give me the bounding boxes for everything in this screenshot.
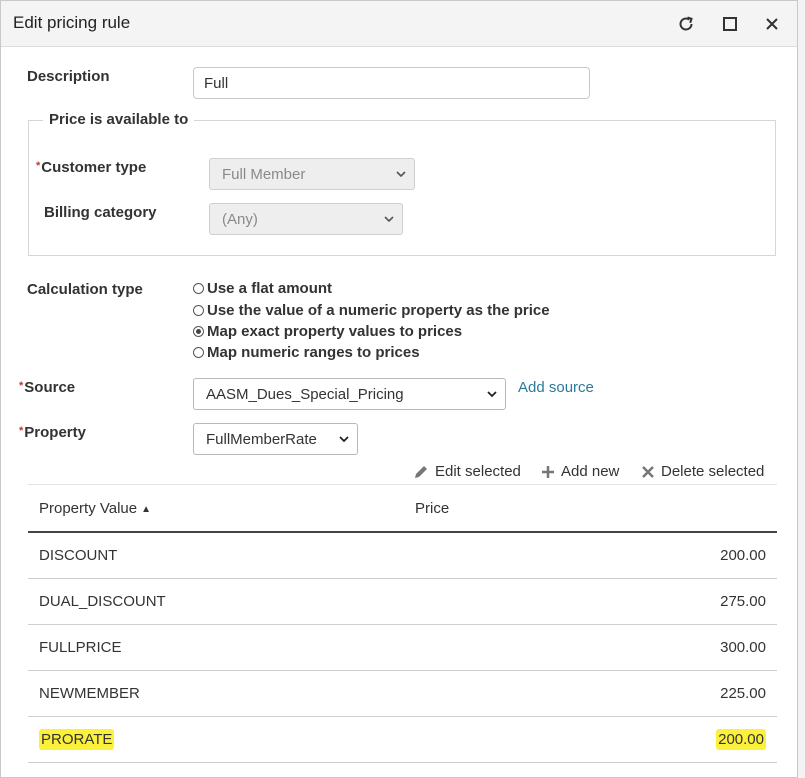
table-row-highlighted[interactable]: PRORATE 200.00 bbox=[28, 716, 777, 763]
edit-pricing-rule-dialog: Edit pricing rule Description Price is a… bbox=[0, 0, 798, 778]
column-header-label: Price bbox=[415, 499, 450, 517]
close-icon[interactable] bbox=[762, 14, 782, 34]
add-source-link[interactable]: Add source bbox=[518, 379, 594, 396]
column-header-label: Property Value bbox=[39, 499, 138, 517]
property-label-text: Property bbox=[24, 424, 86, 441]
column-header-property-value[interactable]: Property Value ▲ bbox=[28, 484, 404, 533]
delete-selected-label: Delete selected bbox=[661, 463, 765, 480]
pencil-icon bbox=[415, 465, 427, 478]
add-new-label: Add new bbox=[561, 463, 620, 480]
billing-category-value: (Any) bbox=[222, 210, 258, 228]
property-label: *Property bbox=[19, 424, 86, 441]
chevron-down-icon bbox=[384, 216, 394, 223]
radio-map-numeric-ranges[interactable]: Map numeric ranges to prices bbox=[193, 344, 420, 361]
table-row[interactable]: FULLPRICE 300.00 bbox=[28, 624, 777, 671]
plus-icon bbox=[542, 465, 554, 478]
radio-button[interactable] bbox=[193, 283, 204, 294]
highlight-mark: PRORATE bbox=[39, 729, 115, 750]
radio-map-exact-values[interactable]: Map exact property values to prices bbox=[193, 323, 462, 340]
table-row[interactable]: NEWMEMBER 225.00 bbox=[28, 670, 777, 717]
maximize-icon[interactable] bbox=[720, 14, 740, 34]
delete-selected-button[interactable]: Delete selected bbox=[641, 463, 764, 480]
price-cell: 275.00 bbox=[404, 578, 777, 625]
description-label: Description bbox=[27, 68, 110, 85]
chevron-down-icon bbox=[487, 391, 497, 398]
availability-legend: Price is available to bbox=[43, 111, 195, 128]
customer-type-label: *Customer type bbox=[36, 159, 146, 176]
radio-button-checked[interactable] bbox=[193, 326, 204, 337]
radio-label: Use the value of a numeric property as t… bbox=[207, 302, 550, 319]
radio-label: Use a flat amount bbox=[207, 280, 333, 297]
title-bar: Edit pricing rule bbox=[1, 1, 797, 47]
required-marker: * bbox=[36, 160, 41, 172]
required-marker: * bbox=[19, 425, 24, 437]
billing-category-label: Billing category bbox=[44, 204, 157, 221]
price-cell: 300.00 bbox=[404, 624, 777, 671]
pricing-table: Property Value ▲ Price DISCOUNT 200.00 DU… bbox=[28, 484, 777, 763]
property-value-cell: FULLPRICE bbox=[28, 624, 404, 671]
source-label: *Source bbox=[19, 379, 75, 396]
property-value-cell: PRORATE bbox=[28, 716, 404, 763]
description-input[interactable] bbox=[193, 67, 590, 99]
radio-label: Map exact property values to prices bbox=[207, 323, 463, 340]
edit-selected-button[interactable]: Edit selected bbox=[413, 463, 521, 480]
property-value-cell: DUAL_DISCOUNT bbox=[28, 578, 404, 625]
property-value-cell: NEWMEMBER bbox=[28, 670, 404, 717]
customer-type-select[interactable]: Full Member bbox=[209, 158, 415, 190]
customer-type-value: Full Member bbox=[222, 165, 306, 183]
table-header-row: Property Value ▲ Price bbox=[28, 484, 777, 533]
customer-type-label-text: Customer type bbox=[41, 159, 147, 176]
sort-ascending-icon: ▲ bbox=[141, 503, 152, 515]
delete-x-icon bbox=[642, 465, 654, 478]
radio-flat-amount[interactable]: Use a flat amount bbox=[193, 280, 332, 297]
chevron-down-icon bbox=[396, 171, 406, 178]
price-cell: 225.00 bbox=[404, 670, 777, 717]
property-value: FullMemberRate bbox=[206, 430, 317, 448]
radio-button[interactable] bbox=[193, 305, 204, 316]
property-value-cell: DISCOUNT bbox=[28, 532, 404, 579]
price-cell: 200.00 bbox=[404, 532, 777, 579]
table-row[interactable]: DUAL_DISCOUNT 275.00 bbox=[28, 578, 777, 625]
price-cell: 200.00 bbox=[404, 716, 777, 763]
refresh-icon[interactable] bbox=[676, 14, 696, 34]
chevron-down-icon bbox=[339, 436, 349, 443]
table-row[interactable]: DISCOUNT 200.00 bbox=[28, 532, 777, 579]
billing-category-select[interactable]: (Any) bbox=[209, 203, 403, 235]
required-marker: * bbox=[19, 380, 24, 392]
source-select[interactable]: AASM_Dues_Special_Pricing bbox=[193, 378, 506, 410]
radio-button[interactable] bbox=[193, 347, 204, 358]
add-new-button[interactable]: Add new bbox=[541, 463, 619, 480]
property-select[interactable]: FullMemberRate bbox=[193, 423, 358, 455]
highlight-mark: 200.00 bbox=[716, 729, 766, 750]
radio-numeric-property[interactable]: Use the value of a numeric property as t… bbox=[193, 302, 550, 319]
column-header-price[interactable]: Price bbox=[404, 484, 777, 533]
source-label-text: Source bbox=[24, 379, 76, 396]
source-value: AASM_Dues_Special_Pricing bbox=[206, 385, 404, 403]
dialog-title: Edit pricing rule bbox=[13, 13, 131, 32]
calculation-type-label: Calculation type bbox=[27, 281, 143, 298]
edit-selected-label: Edit selected bbox=[435, 463, 521, 480]
radio-label: Map numeric ranges to prices bbox=[207, 344, 420, 361]
